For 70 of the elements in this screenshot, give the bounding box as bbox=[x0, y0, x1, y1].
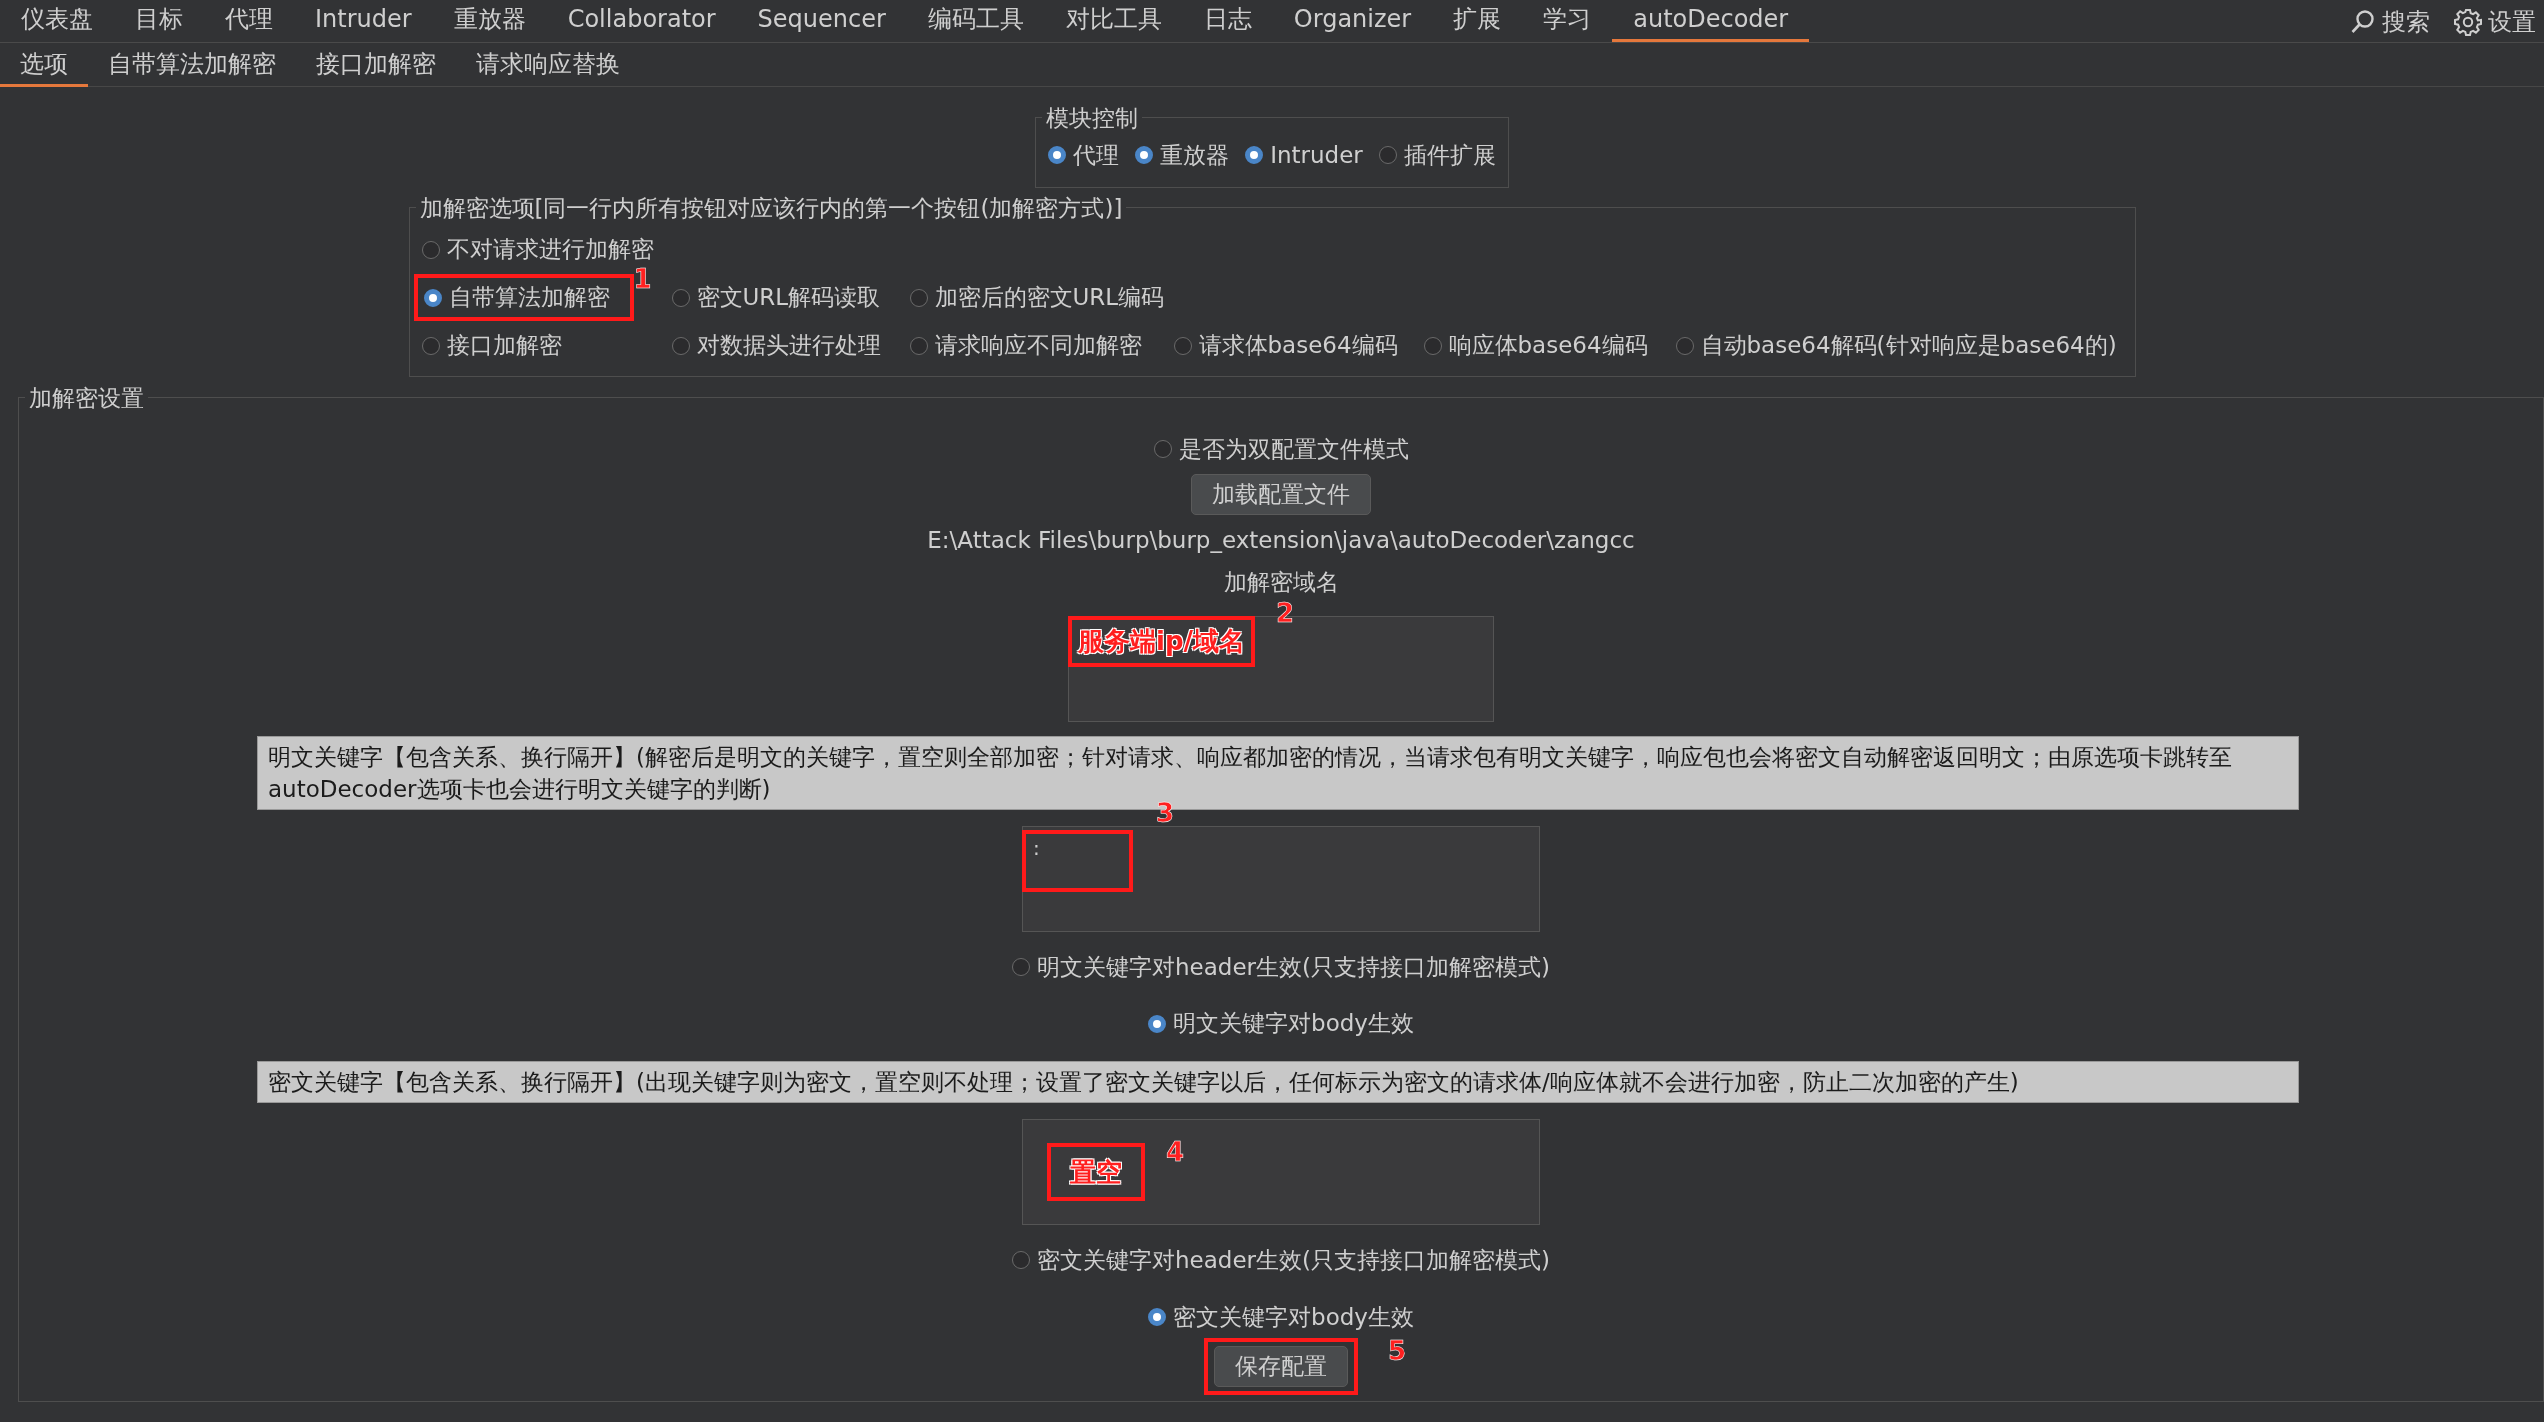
tool-tab[interactable]: 学习 bbox=[1522, 0, 1613, 42]
radio-button[interactable] bbox=[1012, 958, 1030, 977]
tool-tab[interactable]: 代理 bbox=[204, 0, 294, 42]
radio-label[interactable]: 密文关键字对header生效(只支持接口加解密模式) bbox=[1037, 1243, 1550, 1278]
radio-button[interactable] bbox=[1173, 336, 1192, 355]
annotation-number: 2 bbox=[1276, 596, 1295, 630]
search-icon bbox=[2350, 9, 2376, 35]
tool-tab[interactable]: Sequencer bbox=[736, 0, 907, 42]
sub-tab[interactable]: 自带算法加解密 bbox=[88, 43, 296, 87]
domain-label: 加解密域名 bbox=[1223, 568, 1339, 597]
settings-icon bbox=[2454, 8, 2482, 36]
file-path: E:\Attack Files\burp\burp_extension\java\autoDecoder\zangcc bbox=[927, 525, 1635, 555]
radio-button[interactable] bbox=[423, 288, 442, 307]
tool-tab[interactable]: 编码工具 bbox=[906, 0, 1045, 42]
sub-tab[interactable]: 接口加解密 bbox=[296, 43, 456, 87]
radio-button[interactable] bbox=[1012, 1251, 1030, 1270]
note-banner: 密文关键字【包含关系、换行隔开】(出现关键字则为密文，置空则不处理；设置了密文关键字以后，任何标示为密文的请求体/响应体就不会进行加密，防止二次加密的产生) bbox=[257, 1060, 2299, 1104]
radio-button[interactable] bbox=[1153, 439, 1172, 458]
annotation-text: 服务端ip/域名 bbox=[1078, 624, 1246, 658]
radio-button[interactable] bbox=[1148, 1307, 1167, 1326]
radio-button[interactable] bbox=[1378, 146, 1397, 165]
tool-tab[interactable]: 日志 bbox=[1182, 0, 1273, 42]
search-button[interactable]: 搜索 bbox=[2346, 4, 2434, 40]
tool-tab[interactable]: 仪表盘 bbox=[0, 0, 114, 42]
radio-label[interactable]: 响应体base64编码 bbox=[1448, 328, 1648, 363]
radio-label[interactable]: 自动base64解码(针对响应是base64的) bbox=[1700, 328, 2117, 363]
tool-tab[interactable]: 扩展 bbox=[1432, 0, 1523, 42]
radio-label[interactable]: 接口加解密 bbox=[446, 328, 562, 363]
radio-label[interactable]: 重放器 bbox=[1160, 138, 1230, 173]
radio-button[interactable] bbox=[1675, 336, 1694, 355]
annotation-number: 5 bbox=[1387, 1335, 1406, 1369]
sub-tab[interactable]: 请求响应替换 bbox=[456, 43, 640, 87]
radio-label[interactable]: 是否为双配置文件模式 bbox=[1178, 431, 1409, 466]
radio-button[interactable] bbox=[671, 288, 690, 307]
radio-button[interactable] bbox=[421, 336, 440, 355]
radio-button[interactable] bbox=[1245, 146, 1264, 165]
tool-tab[interactable]: 目标 bbox=[114, 0, 204, 42]
radio-button[interactable] bbox=[421, 240, 440, 259]
radio-label[interactable]: 自带算法加解密 bbox=[448, 280, 610, 315]
tool-tab[interactable]: 重放器 bbox=[432, 0, 547, 42]
tool-tab[interactable]: Collaborator bbox=[546, 0, 737, 42]
tool-tab[interactable]: autoDecoder bbox=[1612, 0, 1810, 42]
text-area[interactable]: : bbox=[1022, 825, 1540, 932]
radio-label[interactable]: 插件扩展 bbox=[1403, 138, 1496, 173]
radio-label[interactable]: 对数据头进行处理 bbox=[696, 328, 881, 363]
radio-button[interactable] bbox=[1423, 336, 1442, 355]
radio-button[interactable] bbox=[909, 336, 928, 355]
radio-label[interactable]: 请求响应不同加解密 bbox=[934, 328, 1142, 363]
radio-button[interactable] bbox=[1135, 146, 1154, 165]
save-button[interactable]: 保存配置 bbox=[1214, 1346, 1348, 1387]
radio-button[interactable] bbox=[1048, 146, 1067, 165]
load-config-button[interactable]: 加载配置文件 bbox=[1191, 474, 1371, 515]
tool-tab[interactable]: Organizer bbox=[1272, 0, 1433, 42]
tool-tab[interactable]: 对比工具 bbox=[1044, 0, 1183, 42]
radio-label[interactable]: 代理 bbox=[1073, 138, 1120, 173]
radio-label[interactable]: 明文关键字对body生效 bbox=[1173, 1006, 1414, 1041]
annotation-number: 4 bbox=[1166, 1136, 1185, 1170]
settings-button[interactable]: 设置 bbox=[2450, 4, 2540, 40]
sub-tab[interactable]: 选项 bbox=[0, 43, 88, 87]
radio-button[interactable] bbox=[909, 288, 928, 307]
radio-label[interactable]: 加密后的密文URL编码 bbox=[934, 280, 1165, 315]
radio-label[interactable]: 密文关键字对body生效 bbox=[1173, 1299, 1414, 1335]
tool-tab[interactable]: Intruder bbox=[294, 0, 433, 42]
radio-button[interactable] bbox=[671, 336, 690, 355]
annotation-text: 置空 bbox=[1070, 1155, 1122, 1189]
radio-label[interactable]: 请求体base64编码 bbox=[1198, 328, 1398, 363]
radio-button[interactable] bbox=[1148, 1014, 1167, 1033]
radio-label[interactable]: Intruder bbox=[1270, 138, 1363, 173]
radio-label[interactable]: 明文关键字对header生效(只支持接口加解密模式) bbox=[1037, 949, 1550, 985]
radio-label[interactable]: 密文URL解码读取 bbox=[696, 280, 881, 315]
